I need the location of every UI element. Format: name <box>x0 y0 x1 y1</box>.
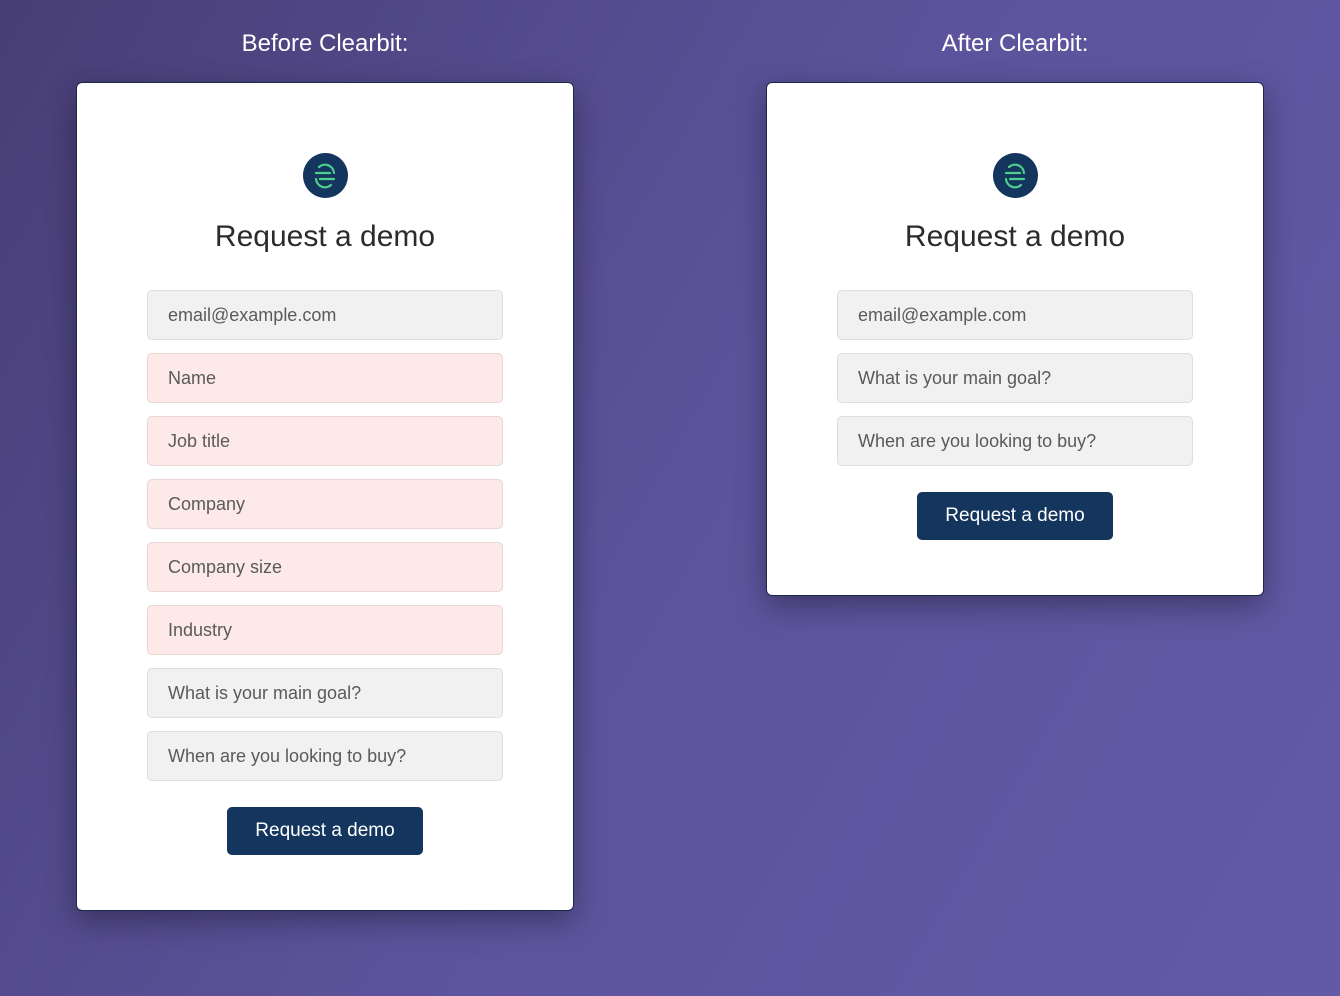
before-card: Request a demo email@example.com Name Jo… <box>76 82 574 911</box>
after-card-title: Request a demo <box>905 220 1125 254</box>
before-submit-button[interactable]: Request a demo <box>227 807 422 855</box>
brand-logo-icon <box>993 153 1038 198</box>
after-heading: After Clearbit: <box>942 30 1089 58</box>
email-field[interactable]: email@example.com <box>837 290 1193 340</box>
industry-field[interactable]: Industry <box>147 605 503 655</box>
company-field[interactable]: Company <box>147 479 503 529</box>
before-heading: Before Clearbit: <box>242 30 409 58</box>
buy-timing-field[interactable]: When are you looking to buy? <box>837 416 1193 466</box>
before-card-title: Request a demo <box>215 220 435 254</box>
name-field[interactable]: Name <box>147 353 503 403</box>
after-submit-button[interactable]: Request a demo <box>917 492 1112 540</box>
job-title-field[interactable]: Job title <box>147 416 503 466</box>
before-column: Before Clearbit: Request a demo email@ex… <box>45 30 605 911</box>
goal-field[interactable]: What is your main goal? <box>837 353 1193 403</box>
email-field[interactable]: email@example.com <box>147 290 503 340</box>
after-column: After Clearbit: Request a demo email@exa… <box>735 30 1295 596</box>
goal-field[interactable]: What is your main goal? <box>147 668 503 718</box>
brand-logo-icon <box>303 153 348 198</box>
after-card: Request a demo email@example.com What is… <box>766 82 1264 596</box>
buy-timing-field[interactable]: When are you looking to buy? <box>147 731 503 781</box>
company-size-field[interactable]: Company size <box>147 542 503 592</box>
